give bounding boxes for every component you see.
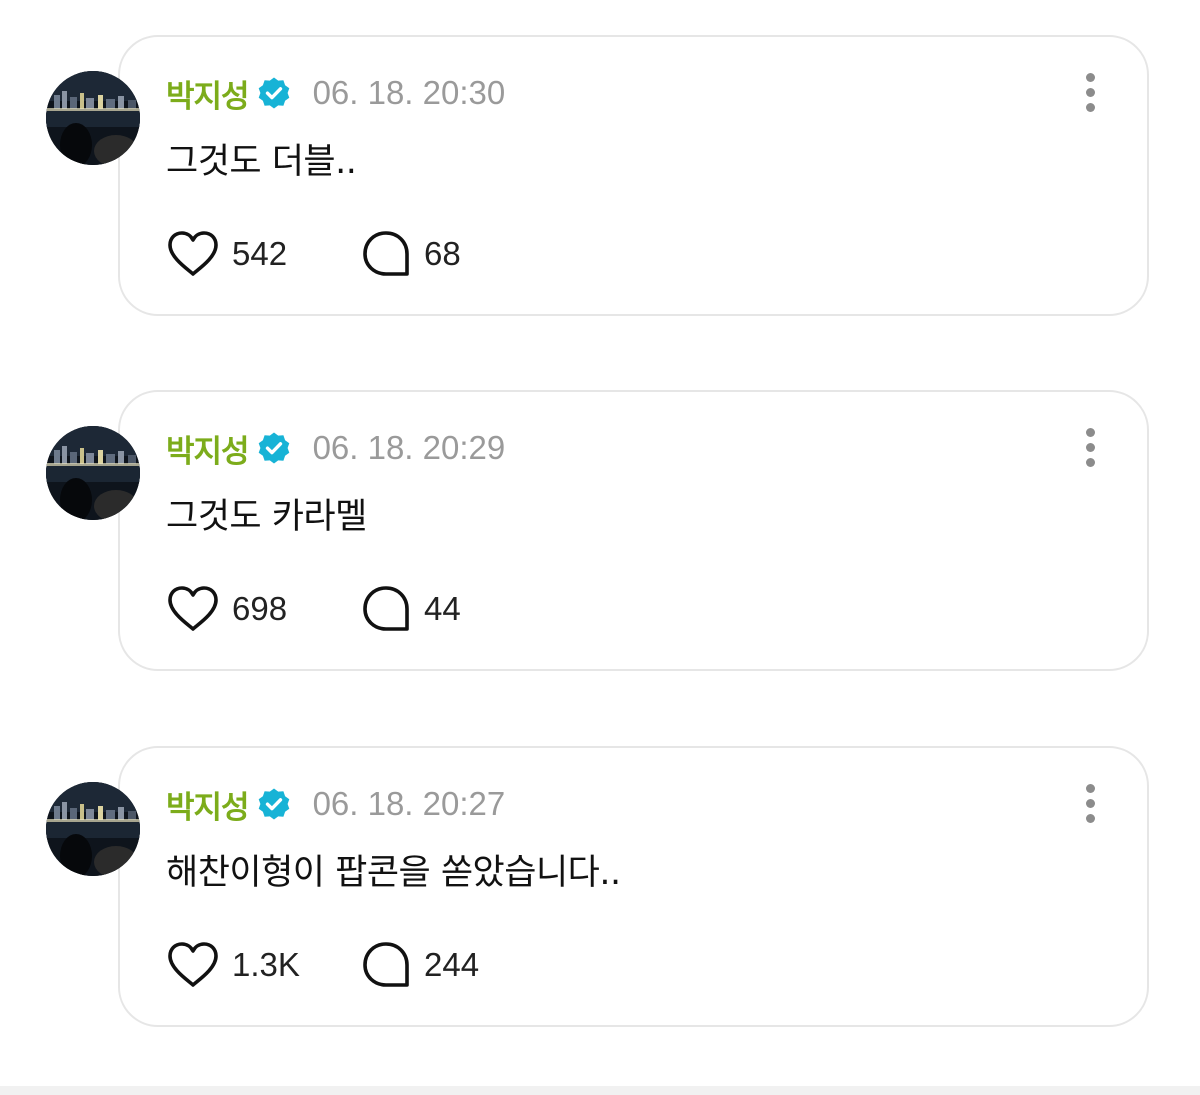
comment-count: 44 (424, 590, 461, 627)
post-timestamp: 06. 18. 20:29 (312, 429, 506, 466)
author-name[interactable]: 박지성 (166, 782, 250, 827)
post-text: 그것도 더블.. (166, 142, 357, 182)
post-text: 해찬이형이 팝콘을 쏟았습니다.. (166, 853, 621, 893)
comment-bubble-icon (360, 940, 412, 990)
avatar[interactable] (46, 71, 140, 165)
post-text: 그것도 카라멜 (166, 497, 367, 537)
avatar[interactable] (46, 426, 140, 520)
post-item: 박지성 06. 18. 20:27 해찬이형이 팝콘을 쏟았습니다.. 1.3K… (0, 746, 1200, 1036)
comment-count: 244 (424, 946, 480, 983)
heart-icon (166, 584, 220, 634)
avatar[interactable] (46, 782, 140, 876)
comment-bubble-icon (360, 229, 412, 279)
more-vertical-icon[interactable] (1083, 73, 1097, 113)
post-card[interactable]: 박지성 06. 18. 20:27 해찬이형이 팝콘을 쏟았습니다.. 1.3K… (118, 746, 1149, 1027)
like-button[interactable]: 698 (166, 584, 360, 634)
verified-badge-icon (257, 76, 291, 110)
like-count: 1.3K (232, 946, 300, 983)
comment-button[interactable]: 244 (360, 940, 479, 990)
heart-icon (166, 229, 220, 279)
post-header: 박지성 06. 18. 20:27 (166, 782, 505, 826)
comment-button[interactable]: 68 (360, 229, 461, 279)
like-button[interactable]: 1.3K (166, 940, 360, 990)
verified-badge-icon (257, 787, 291, 821)
post-header: 박지성 06. 18. 20:30 (166, 71, 505, 115)
like-button[interactable]: 542 (166, 229, 360, 279)
post-actions: 542 68 (166, 229, 461, 279)
post-header: 박지성 06. 18. 20:29 (166, 426, 505, 470)
author-name[interactable]: 박지성 (166, 71, 250, 116)
post-card[interactable]: 박지성 06. 18. 20:29 그것도 카라멜 698 44 (118, 390, 1149, 671)
comment-button[interactable]: 44 (360, 584, 461, 634)
post-item: 박지성 06. 18. 20:29 그것도 카라멜 698 44 (0, 390, 1200, 680)
heart-icon (166, 940, 220, 990)
post-feed: 박지성 06. 18. 20:30 그것도 더블.. 542 68 박지성 06… (0, 0, 1200, 1095)
post-timestamp: 06. 18. 20:30 (312, 74, 506, 111)
post-actions: 1.3K 244 (166, 940, 479, 990)
post-timestamp: 06. 18. 20:27 (312, 785, 506, 822)
verified-badge-icon (257, 431, 291, 465)
post-actions: 698 44 (166, 584, 461, 634)
comment-bubble-icon (360, 584, 412, 634)
more-vertical-icon[interactable] (1083, 428, 1097, 468)
comment-count: 68 (424, 235, 461, 272)
like-count: 542 (232, 235, 288, 272)
like-count: 698 (232, 590, 288, 627)
author-name[interactable]: 박지성 (166, 426, 250, 471)
post-item: 박지성 06. 18. 20:30 그것도 더블.. 542 68 (0, 35, 1200, 325)
bottom-divider (0, 1086, 1200, 1095)
post-card[interactable]: 박지성 06. 18. 20:30 그것도 더블.. 542 68 (118, 35, 1149, 316)
more-vertical-icon[interactable] (1083, 784, 1097, 824)
